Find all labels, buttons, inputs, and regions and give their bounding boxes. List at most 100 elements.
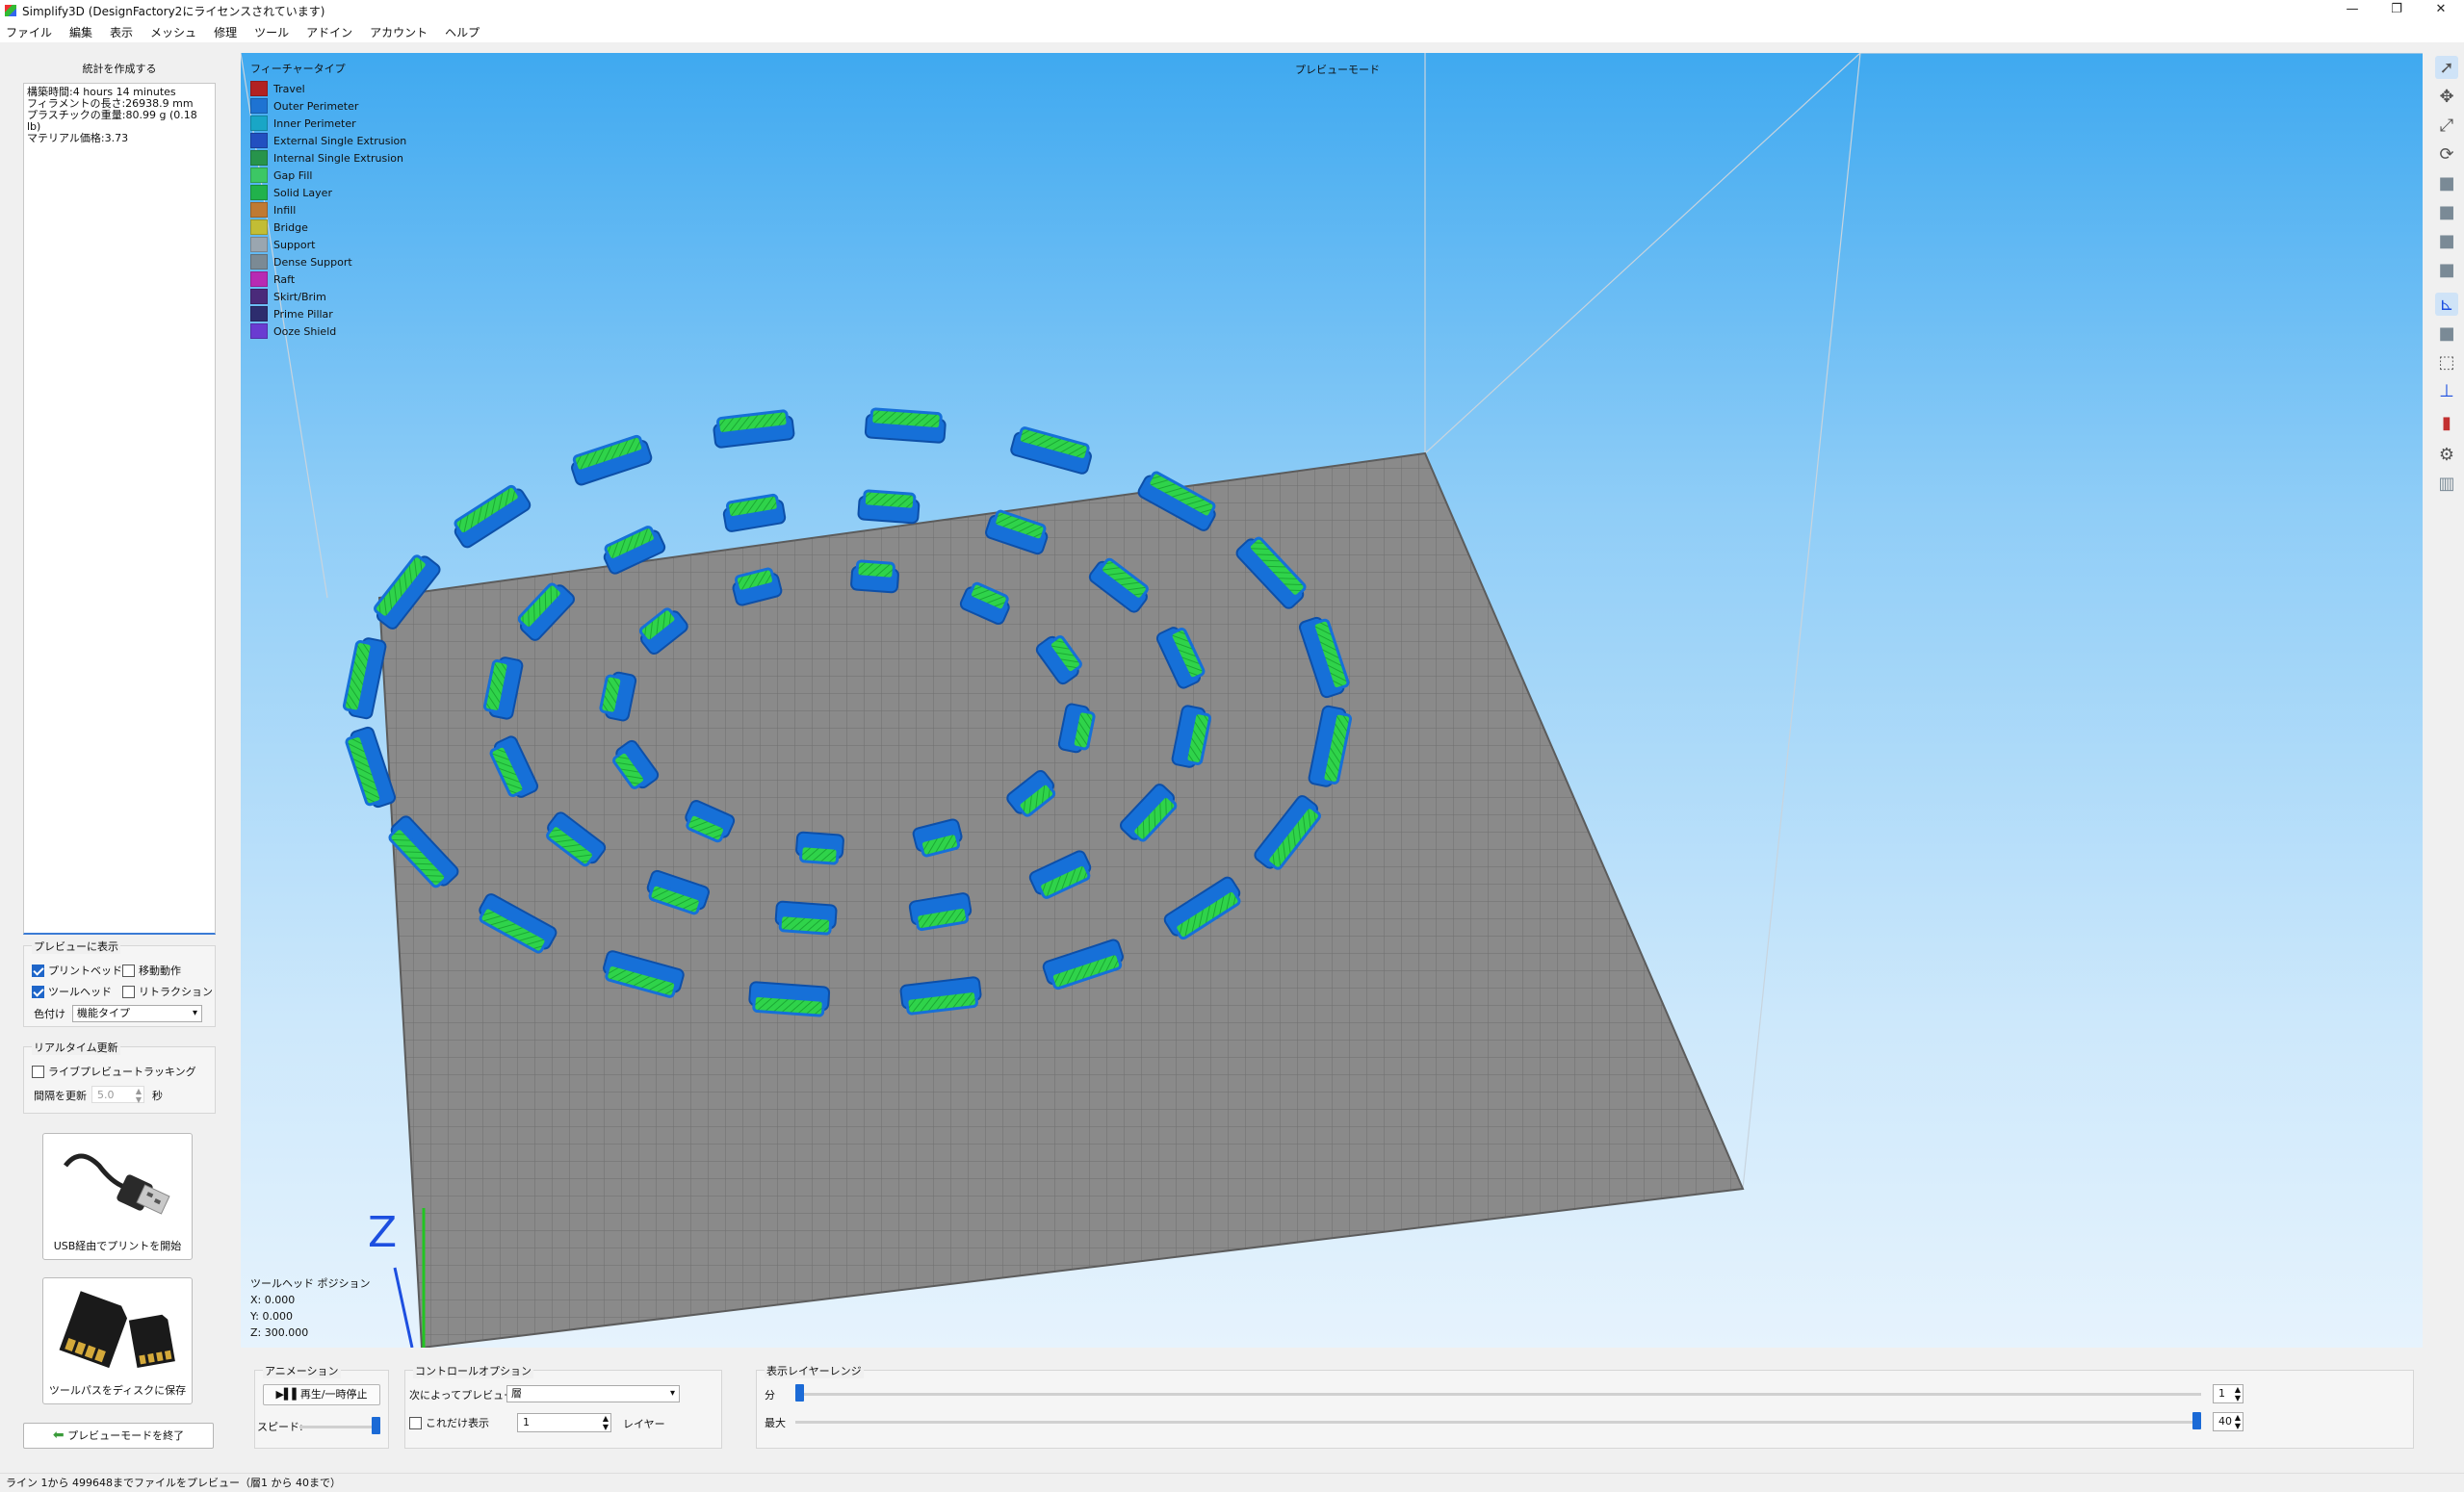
only-this-label: これだけ表示 (426, 1417, 489, 1429)
legend-swatch (250, 150, 268, 166)
settings-gear-icon[interactable]: ⚙ (2435, 443, 2458, 466)
legend-label: Prime Pillar (273, 307, 333, 321)
minimize-button[interactable]: — (2330, 0, 2374, 21)
axes-toggle-icon[interactable]: ⊾ (2435, 293, 2458, 316)
volume-edge (1424, 53, 1861, 454)
legend-item: Dense Support (250, 253, 406, 270)
status-bar: ライン 1から 499648までファイルをプレビュー（層1 から 40まで） (0, 1473, 2464, 1491)
legend-item: Bridge (250, 219, 406, 236)
side-view-icon[interactable]: ■ (2435, 258, 2458, 281)
max-layer-slider[interactable] (795, 1421, 2201, 1424)
menu-mesh[interactable]: メッシュ (150, 24, 196, 40)
restore-button[interactable]: ❐ (2374, 0, 2419, 21)
exit-preview-label: プレビューモードを終了 (67, 1429, 185, 1442)
legend-label: External Single Extrusion (273, 134, 407, 147)
interval-unit: 秒 (152, 1090, 163, 1102)
legend-item: Prime Pillar (250, 305, 406, 322)
axis-view-icon[interactable]: ⊥ (2435, 379, 2458, 402)
tracking-checkbox[interactable]: ライブプレビュートラッキング (32, 1064, 196, 1079)
menu-edit[interactable]: 編集 (69, 24, 92, 40)
toolhead-label: ツールヘッド (48, 986, 112, 998)
stat-material-cost: マテリアル価格:3.73 (27, 132, 129, 144)
min-layer-input[interactable]: 1 ▲ ▼ (2213, 1384, 2244, 1403)
toolhead-title: ツールヘッド ポジション (250, 1277, 371, 1290)
travel-checkbox[interactable]: 移動動作 (122, 963, 181, 978)
menu-addins[interactable]: アドイン (306, 24, 352, 40)
legend-item: Internal Single Extrusion (250, 149, 406, 167)
retraction-label: リトラクション (139, 986, 213, 998)
only-this-checkbox[interactable]: これだけ表示 (409, 1415, 489, 1430)
legend-label: Ooze Shield (273, 324, 337, 338)
spin-arrows-icon: ▲ ▼ (2234, 1413, 2241, 1430)
realtime-group-title: リアルタイム更新 (32, 1040, 120, 1055)
menu-view[interactable]: 表示 (110, 24, 133, 40)
close-button[interactable]: ✕ (2419, 0, 2463, 21)
move-tool-icon[interactable]: ✥ (2435, 85, 2458, 108)
bottom-controls: アニメーション ▶▌▌再生/一時停止 スピード: コントロールオプション 次によ… (241, 1352, 2423, 1458)
interval-input[interactable]: 5.0 ▲ ▼ (91, 1086, 144, 1104)
iso-view-icon[interactable]: ■ (2435, 171, 2458, 194)
toolhead-x: X: 0.000 (250, 1294, 296, 1306)
legend-item: Inner Perimeter (250, 115, 406, 132)
printed-part (748, 981, 831, 1017)
menu-repair[interactable]: 修理 (214, 24, 237, 40)
printed-part (342, 637, 387, 720)
menu-account[interactable]: アカウント (370, 24, 428, 40)
usb-print-button[interactable]: USB経由でプリントを開始 (42, 1133, 193, 1260)
preview-by-select[interactable]: 層 (506, 1385, 680, 1402)
layer-only-input[interactable]: 1 ▲ ▼ (517, 1413, 611, 1432)
legend-swatch (250, 98, 268, 114)
legend-title: フィーチャータイプ (250, 63, 346, 75)
top-view-icon[interactable]: ■ (2435, 229, 2458, 252)
checkbox-checked-icon (32, 985, 44, 998)
legend-swatch (250, 116, 268, 131)
legend-item: Solid Layer (250, 184, 406, 201)
wireframe-view-icon[interactable]: ⬚ (2435, 350, 2458, 373)
min-layer-thumb[interactable] (795, 1384, 804, 1402)
stats-button[interactable]: 統計を作成する (23, 58, 216, 83)
toolhead-checkbox[interactable]: ツールヘッド (32, 984, 112, 999)
retraction-checkbox[interactable]: リトラクション (122, 984, 213, 999)
checkbox-checked-icon (32, 964, 44, 977)
speed-slider-thumb[interactable] (372, 1417, 380, 1434)
select-tool-icon[interactable]: ➚ (2435, 56, 2458, 79)
rotate-tool-icon[interactable]: ⟳ (2435, 142, 2458, 166)
legend-swatch (250, 254, 268, 270)
play-pause-button[interactable]: ▶▌▌再生/一時停止 (263, 1384, 380, 1405)
toolhead-z: Z: 300.000 (250, 1326, 309, 1339)
legend-label: Outer Perimeter (273, 99, 359, 113)
menu-file[interactable]: ファイル (6, 24, 52, 40)
color-select[interactable]: 機能タイプ (72, 1005, 202, 1022)
machine-control-icon[interactable]: ▥ (2435, 472, 2458, 495)
z-axis-line (393, 1267, 414, 1348)
menu-help[interactable]: ヘルプ (445, 24, 480, 40)
print-bed (377, 451, 1745, 1348)
layer-range-title: 表示レイヤーレンジ (765, 1363, 864, 1378)
printed-part (713, 409, 795, 449)
speed-slider[interactable] (299, 1426, 380, 1428)
spin-arrows-icon: ▲ ▼ (602, 1414, 609, 1431)
usb-print-label: USB経由でプリントを開始 (53, 1240, 182, 1252)
realtime-group: リアルタイム更新 ライブプレビュートラッキング 間隔を更新 5.0 ▲ ▼ 秒 (23, 1040, 216, 1114)
printed-part (864, 407, 947, 444)
window-title: Simplify3D (DesignFactory2にライセンスされています) (22, 4, 325, 18)
viewport-3d[interactable]: フィーチャータイプ Travel Outer Perimeter Inner Per… (241, 53, 2423, 1348)
cross-section-icon[interactable]: ▮ (2435, 411, 2458, 434)
scale-tool-icon[interactable]: ⤢ (2435, 114, 2458, 137)
front-view-icon[interactable]: ■ (2435, 200, 2458, 223)
legend-label: Dense Support (273, 255, 352, 269)
min-layer-slider[interactable] (795, 1393, 2201, 1396)
printbed-checkbox[interactable]: プリントベッド (32, 963, 122, 978)
printed-part (850, 559, 899, 594)
max-layer-thumb[interactable] (2192, 1412, 2201, 1429)
max-layer-input[interactable]: 40 ▲ ▼ (2213, 1412, 2244, 1431)
stats-box: 構築時間:4 hours 14 minutes フィラメントの長さ:26938.… (23, 83, 216, 935)
solid-view-icon[interactable]: ■ (2435, 322, 2458, 345)
checkbox-empty-icon (122, 985, 135, 998)
printed-part (795, 831, 844, 865)
legend-item: Raft (250, 270, 406, 288)
save-toolpath-button[interactable]: ツールパスをディスクに保存 (42, 1277, 193, 1404)
exit-preview-button[interactable]: ⬅ プレビューモードを終了 (23, 1423, 214, 1449)
menu-tools[interactable]: ツール (254, 24, 289, 40)
legend-item: External Single Extrusion (250, 132, 406, 149)
